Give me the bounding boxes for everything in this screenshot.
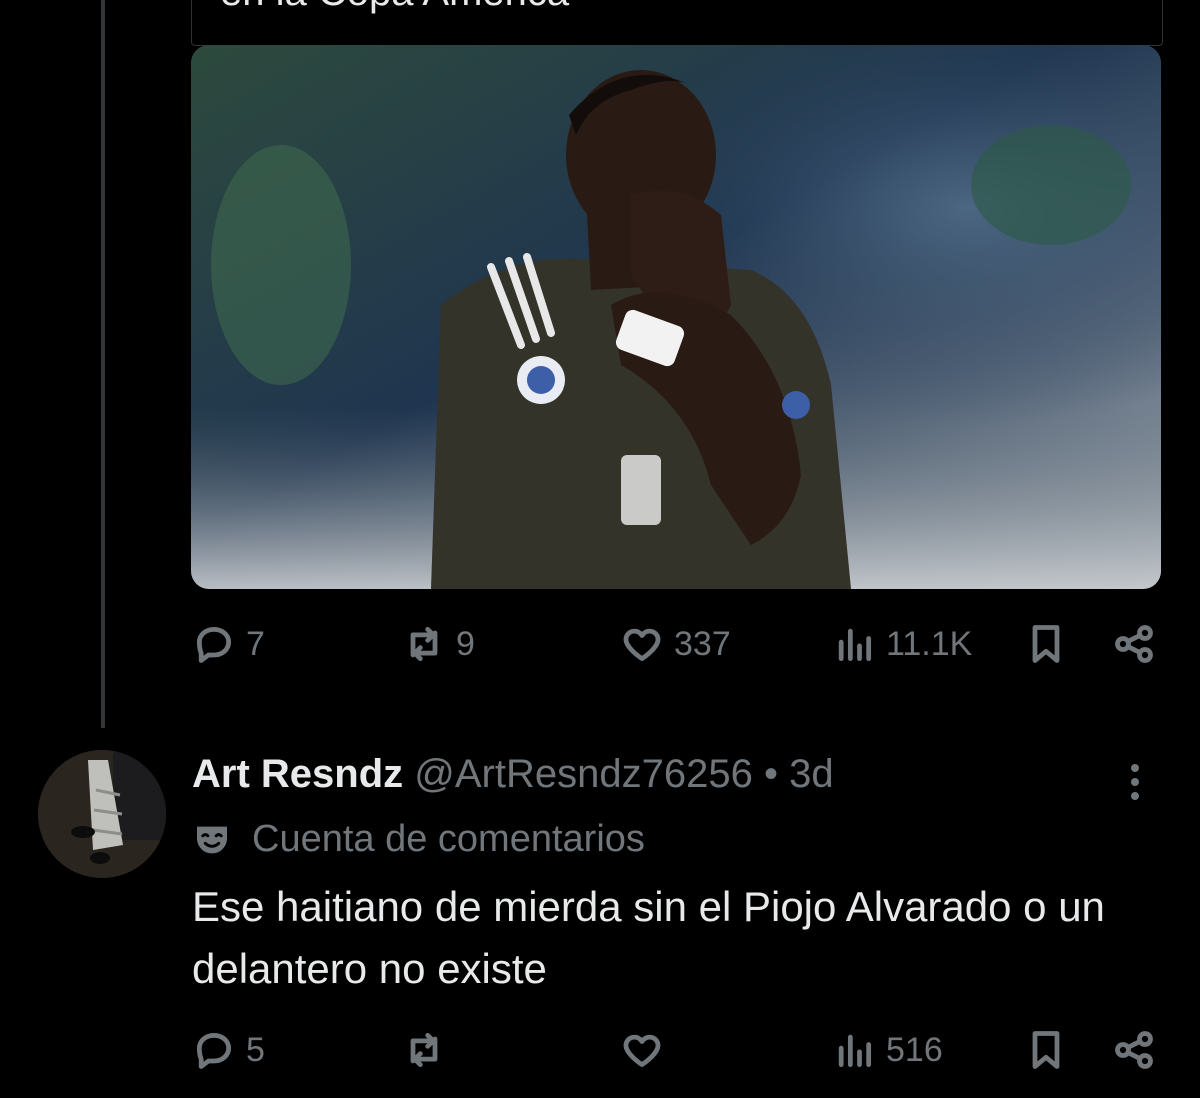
quoted-post-title: en la Copa América	[220, 0, 569, 15]
reply-count: 7	[246, 624, 265, 663]
display-name[interactable]: Art Resndz	[192, 752, 403, 796]
separator-dot: •	[763, 752, 778, 796]
repost-icon	[410, 626, 438, 662]
thread-line	[101, 0, 105, 728]
quoted-post-card[interactable]: en la Copa América	[191, 0, 1163, 46]
reply-icon	[196, 1032, 232, 1069]
more-icon	[1131, 764, 1139, 772]
mask-icon	[197, 826, 227, 853]
user-handle[interactable]: @ArtResndz76256	[414, 752, 753, 796]
reply-text: Ese haitiano de mierda sin el Piojo Alva…	[192, 883, 1105, 992]
repost-icon	[410, 1032, 438, 1068]
share-button[interactable]	[1112, 622, 1156, 666]
quoted-post-actions: 7 9 337 11.1K	[0, 622, 1200, 682]
reply-actions: 5 516	[0, 1028, 1200, 1088]
player-photo	[191, 45, 1161, 589]
quoted-post-image[interactable]	[191, 45, 1161, 589]
views-icon	[838, 628, 872, 662]
account-label-text: Cuenta de comentarios	[252, 818, 645, 860]
reply-button[interactable]: 7	[192, 622, 265, 666]
share-icon	[1115, 625, 1153, 663]
more-button[interactable]	[1118, 760, 1152, 800]
reply-header: Art Resndz @ArtResndz76256 • 3d	[192, 752, 834, 797]
heart-icon	[623, 1034, 661, 1068]
avatar-image	[38, 750, 166, 878]
reply-icon	[196, 626, 232, 663]
bookmark-icon	[1032, 625, 1060, 663]
views-button[interactable]: 11.1K	[832, 622, 972, 666]
like-button[interactable]	[620, 1028, 664, 1072]
reply-count: 5	[246, 1030, 265, 1069]
account-label: Cuenta de comentarios	[192, 818, 645, 861]
repost-button[interactable]	[402, 1028, 446, 1072]
views-button[interactable]: 516	[832, 1028, 943, 1072]
views-icon	[838, 1034, 872, 1068]
reply-button[interactable]: 5	[192, 1028, 265, 1072]
like-count: 337	[674, 624, 731, 663]
bookmark-button[interactable]	[1024, 1028, 1068, 1072]
bookmark-button[interactable]	[1024, 622, 1068, 666]
share-icon	[1115, 1031, 1153, 1069]
like-button[interactable]: 337	[620, 622, 731, 666]
share-button[interactable]	[1112, 1028, 1156, 1072]
post-time[interactable]: 3d	[789, 752, 834, 796]
repost-count: 9	[456, 624, 475, 663]
avatar[interactable]	[38, 750, 166, 878]
heart-icon	[623, 628, 661, 662]
bookmark-icon	[1032, 1031, 1060, 1069]
views-count: 11.1K	[886, 624, 973, 663]
views-count: 516	[886, 1030, 943, 1069]
repost-button[interactable]: 9	[402, 622, 475, 666]
